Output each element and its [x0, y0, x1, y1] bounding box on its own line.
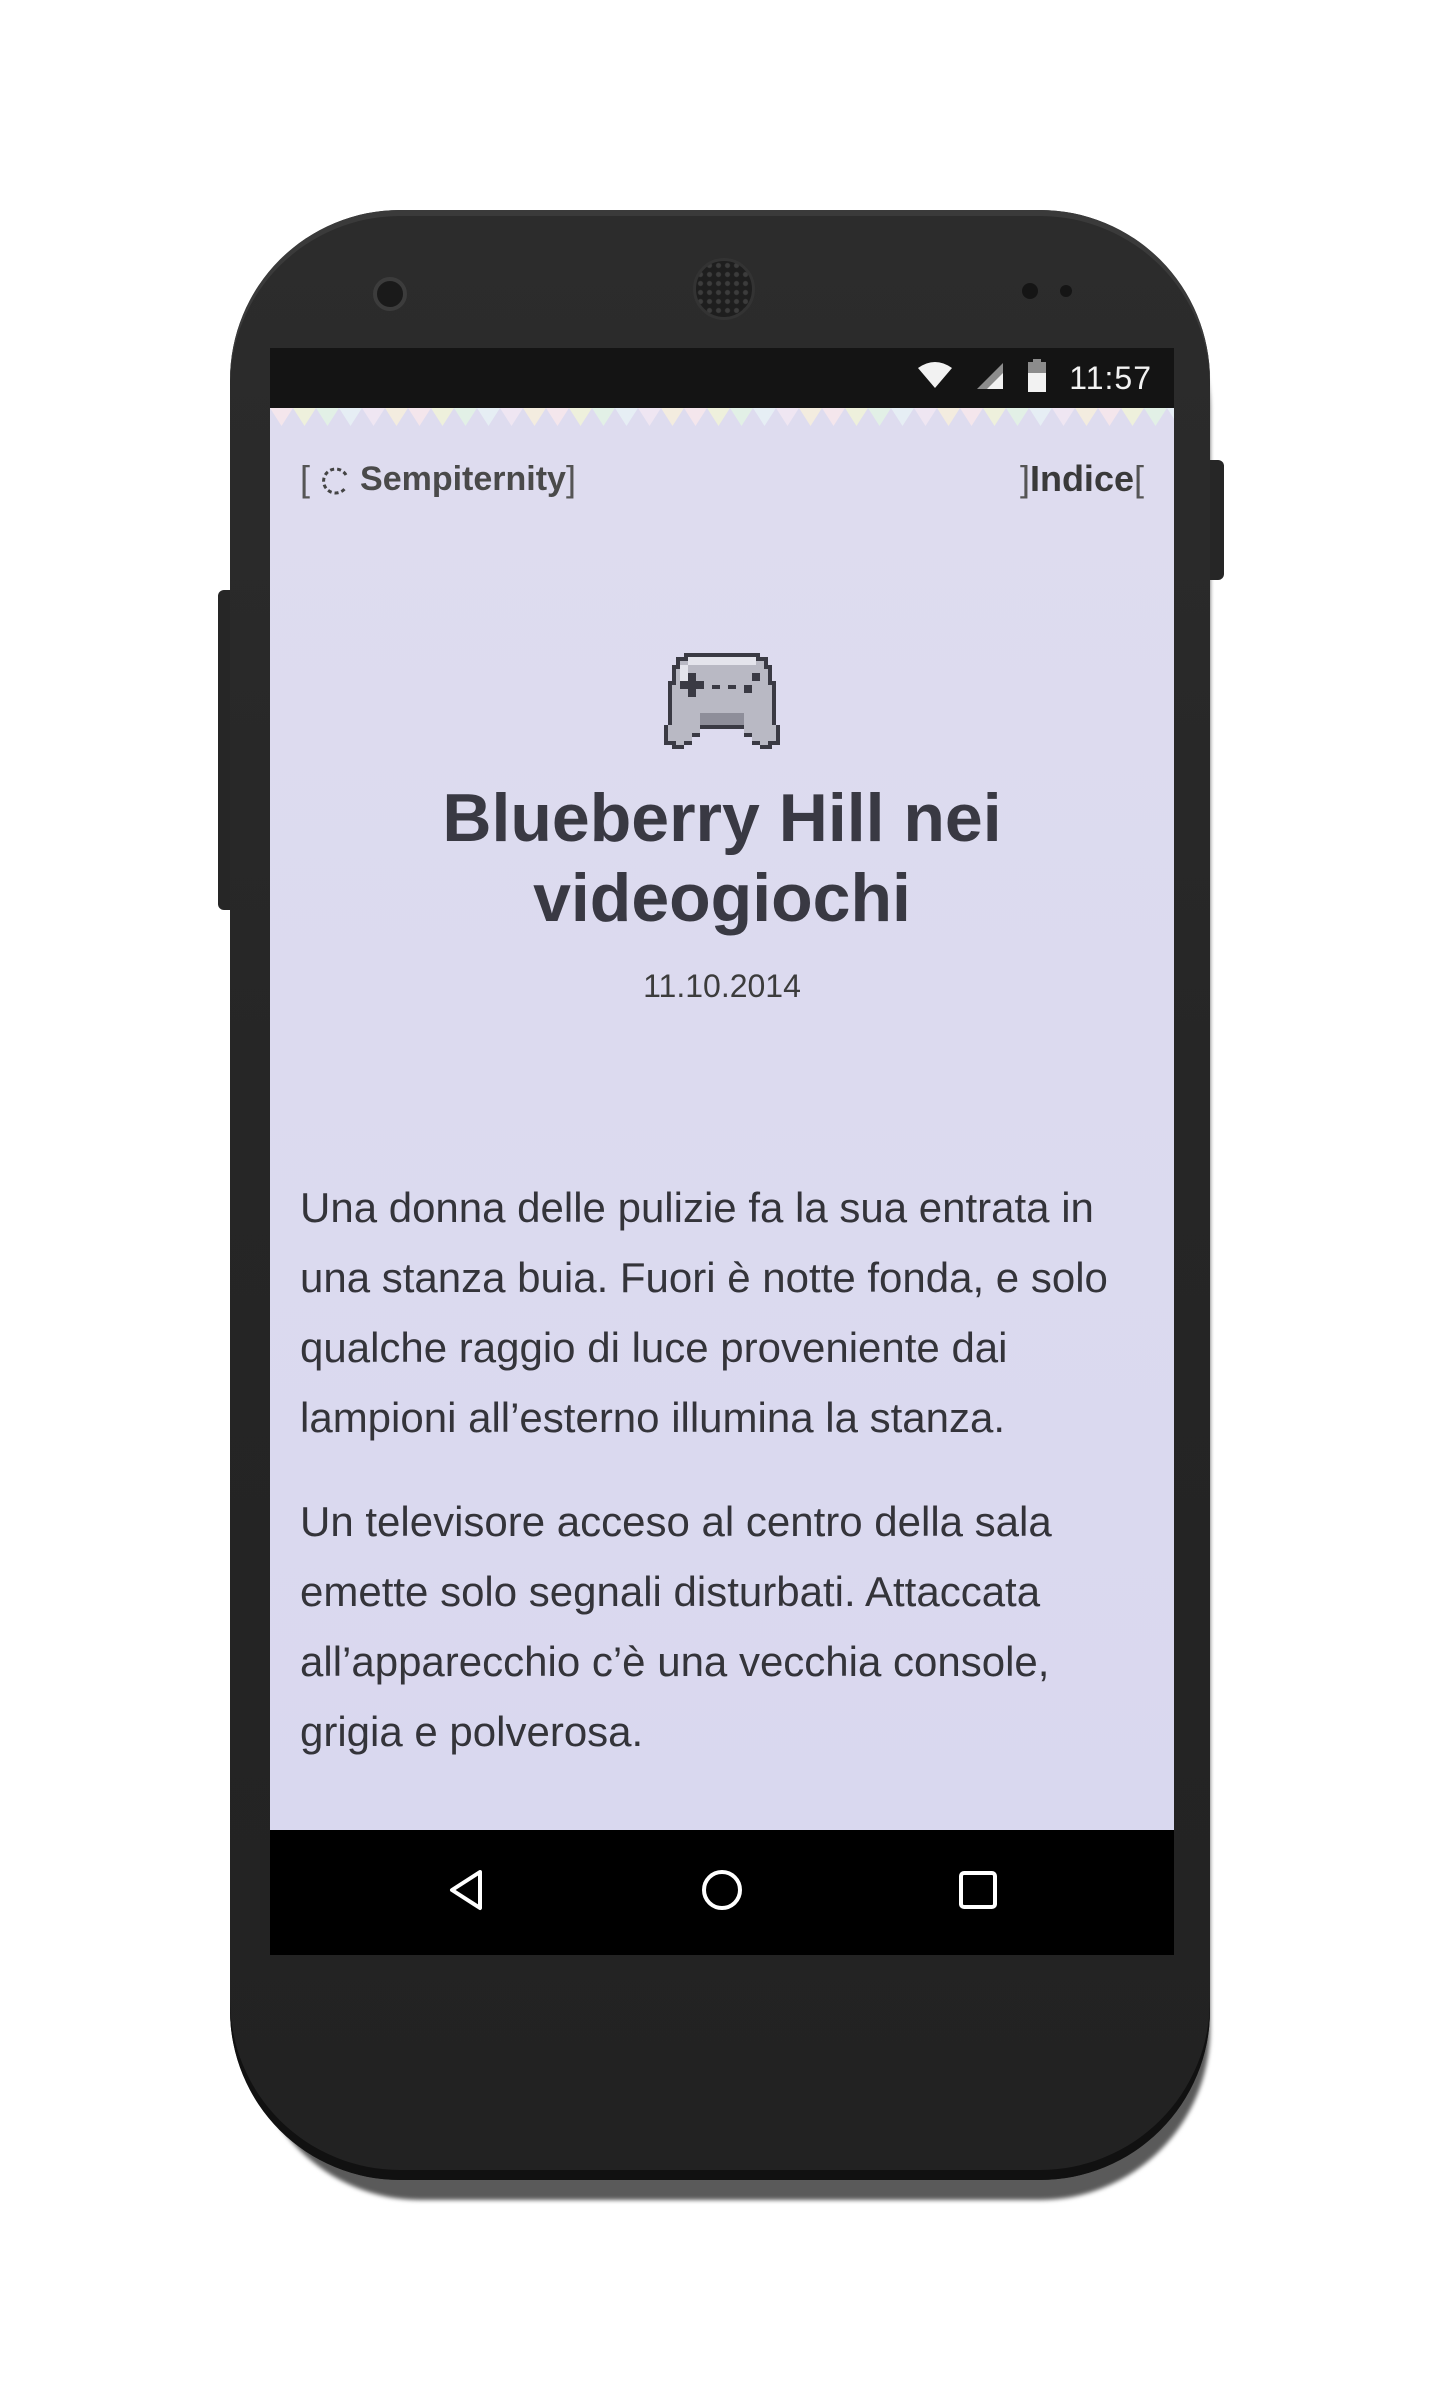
- bunting-decoration: [270, 408, 1174, 426]
- bunting-flag: [477, 408, 500, 426]
- status-time: 11:57: [1069, 359, 1152, 396]
- wifi-icon: [917, 362, 953, 394]
- light-sensor: [1060, 285, 1072, 297]
- bunting-flag: [891, 408, 914, 426]
- article-page[interactable]: [ Sempiternity ] ] Indice [Blueberry Hi…: [270, 408, 1174, 1830]
- article-body: Una donna delle pulizie fa la sua entrat…: [300, 1173, 1144, 1801]
- status-bar: 11:57: [270, 348, 1174, 408]
- brand-name: Sempiternity: [360, 459, 566, 498]
- bunting-flag: [914, 408, 937, 426]
- bunting-flag: [615, 408, 638, 426]
- recents-icon: [956, 1868, 1000, 1916]
- proximity-sensor: [1022, 283, 1038, 299]
- status-icons: 11:57: [917, 348, 1152, 408]
- bunting-flag: [753, 408, 776, 426]
- bunting-flag: [293, 408, 316, 426]
- gamepad-icon: [660, 644, 784, 754]
- bunting-flag: [799, 408, 822, 426]
- stage: 11:57 [ Sempiternity ]] Indice [Bluebe…: [0, 0, 1440, 2400]
- bunting-flag: [1121, 408, 1144, 426]
- battery-icon: [1027, 359, 1047, 397]
- bunting-flag: [1075, 408, 1098, 426]
- article-paragraph: Una donna delle pulizie fa la sua entrat…: [300, 1184, 1108, 1441]
- system-navigation-bar: [270, 1830, 1174, 1955]
- bunting-flag: [1098, 408, 1121, 426]
- bunting-flag: [592, 408, 615, 426]
- spinner-icon: [322, 465, 350, 495]
- home-icon: [700, 1868, 744, 1916]
- bunting-flag: [684, 408, 707, 426]
- bunting-flag: [569, 408, 592, 426]
- article-date: 11.10.2014: [643, 968, 801, 1004]
- bunting-flag: [1006, 408, 1029, 426]
- bunting-flag: [500, 408, 523, 426]
- bunting-flag: [385, 408, 408, 426]
- bunting-flag: [845, 408, 868, 426]
- bunting-flag: [316, 408, 339, 426]
- bunting-flag: [1029, 408, 1052, 426]
- bunting-flag: [960, 408, 983, 426]
- bunting-flag: [431, 408, 454, 426]
- bunting-flag: [776, 408, 799, 426]
- bunting-flag: [937, 408, 960, 426]
- bunting-flag: [868, 408, 891, 426]
- brand-open-bracket: [: [300, 458, 311, 499]
- cell-signal-icon: [975, 361, 1005, 395]
- bunting-flag: [408, 408, 431, 426]
- bunting-flag: [730, 408, 753, 426]
- brand-close-bracket: ]: [565, 458, 576, 499]
- brand-link[interactable]: [ Sempiternity ]: [300, 458, 576, 500]
- home-button[interactable]: [694, 1864, 750, 1920]
- bunting-flag: [339, 408, 362, 426]
- power-button[interactable]: [1208, 460, 1224, 580]
- index-link[interactable]: ] Indice [: [1020, 458, 1144, 500]
- back-icon: [444, 1868, 488, 1916]
- bunting-flag: [638, 408, 661, 426]
- top-navigation: [ Sempiternity ] ] Indice [: [300, 454, 1144, 504]
- bunting-flag: [362, 408, 385, 426]
- front-camera: [373, 277, 407, 311]
- index-label: Indice: [1029, 458, 1134, 499]
- bunting-flag: [1144, 408, 1167, 426]
- index-close-bracket: [: [1133, 458, 1144, 499]
- bunting-flag: [1167, 408, 1174, 419]
- article-title: Blueberry Hill nei videogiochi: [442, 780, 1002, 936]
- bunting-flag: [523, 408, 546, 426]
- earpiece-speaker: [693, 258, 755, 320]
- bunting-flag: [707, 408, 730, 426]
- article-paragraph: Un televisore acceso al centro della sal…: [300, 1498, 1052, 1755]
- bunting-flag: [822, 408, 845, 426]
- index-open-bracket: ]: [1019, 458, 1030, 499]
- bunting-flag: [454, 408, 477, 426]
- bunting-flag: [546, 408, 569, 426]
- bunting-flag: [270, 408, 293, 426]
- phone-screen: 11:57 [ Sempiternity ]] Indice [Bluebe…: [270, 348, 1174, 1955]
- bunting-flag: [983, 408, 1006, 426]
- bunting-flag: [1052, 408, 1075, 426]
- back-button[interactable]: [438, 1864, 494, 1920]
- recents-button[interactable]: [950, 1864, 1006, 1920]
- bunting-flag: [661, 408, 684, 426]
